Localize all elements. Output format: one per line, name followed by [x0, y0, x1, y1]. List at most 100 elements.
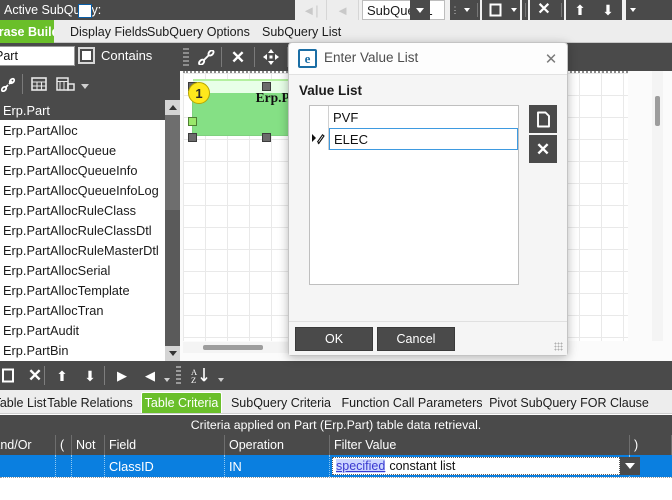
drag-grip-icon[interactable] [183, 48, 189, 66]
menu-item-display-fields[interactable]: Display Fields [70, 20, 148, 43]
menu-item-subquery-options[interactable]: SubQuery Options [147, 20, 250, 43]
move-criteria-up-button[interactable]: ⬆ [48, 365, 76, 386]
arrow-left-icon: ◀ [145, 368, 155, 383]
new-value-button[interactable] [529, 105, 557, 133]
column-header-open-paren[interactable]: ( [56, 435, 72, 455]
dialog-title-bar[interactable]: e Enter Value List ✕ [289, 43, 567, 75]
chevron-down-icon [464, 8, 470, 12]
remove-table-button[interactable]: ✕ [224, 47, 252, 67]
relation-link-button[interactable] [192, 47, 220, 67]
ok-button[interactable]: OK [295, 327, 373, 351]
scroll-down-button[interactable] [165, 346, 180, 361]
tab-function-call-parameters[interactable]: Function Call Parameters [338, 392, 486, 413]
delete-value-button[interactable]: ✕ [529, 135, 557, 163]
delete-button[interactable]: ✕ [530, 0, 558, 20]
list-item-11[interactable]: Erp.PartAudit [0, 320, 165, 340]
list-item-2[interactable]: Erp.PartAllocQueue [0, 140, 165, 160]
copy-criteria-button[interactable] [0, 365, 22, 386]
nav-next-button[interactable]: ◄ [327, 0, 359, 20]
value-list-label: Value List [299, 83, 363, 98]
not-checkbox[interactable] [78, 4, 92, 18]
value-row-1[interactable]: ELEC [310, 128, 518, 150]
toolbar-drag-grip[interactable] [176, 366, 181, 385]
copy-dropdown-caret[interactable] [460, 0, 474, 20]
cell-operation[interactable]: IN [225, 455, 330, 477]
cancel-button[interactable]: Cancel [377, 327, 455, 351]
table-list-scrollbar[interactable] [165, 100, 180, 361]
scrollbar-thumb[interactable] [165, 115, 180, 210]
contains-checkbox[interactable] [78, 47, 95, 64]
table-node-badge[interactable]: 1 [188, 82, 210, 104]
value-list-grid[interactable]: PVF ELEC [309, 105, 519, 285]
value-cell[interactable]: PVF [329, 106, 518, 128]
list-item-3[interactable]: Erp.PartAllocQueueInfo [0, 160, 165, 180]
list-item-8[interactable]: Erp.PartAllocSerial [0, 260, 165, 280]
move-options-button[interactable] [626, 0, 640, 20]
column-header-field[interactable]: Field [105, 435, 225, 455]
resize-handle-tc[interactable] [262, 82, 271, 91]
list-item-6[interactable]: Erp.PartAllocRuleClassDtl [0, 220, 165, 240]
list-item-1[interactable]: Erp.PartAlloc [0, 120, 165, 140]
menu-item-phrase-build[interactable]: Phrase Build [0, 20, 54, 43]
cell-and-or[interactable] [0, 455, 56, 477]
resize-handle-bl[interactable] [188, 133, 197, 142]
value-row-0[interactable]: PVF [310, 106, 518, 128]
copy-button[interactable] [482, 0, 508, 20]
chevron-down-icon [630, 8, 636, 12]
chevron-down-icon [511, 8, 517, 12]
move-down-button[interactable]: ⬇ [594, 0, 622, 20]
cell-open-paren[interactable] [56, 455, 72, 477]
list-item-12[interactable]: Erp.PartBin [0, 340, 165, 360]
tab-table-relations[interactable]: Table Relations [40, 392, 140, 413]
copy-options-button[interactable] [508, 0, 520, 20]
filter-value-link[interactable]: specified [336, 459, 386, 473]
toolbar-drag-grip[interactable]: ⋮ [450, 0, 460, 20]
list-item-4[interactable]: Erp.PartAllocQueueInfoLog [0, 180, 165, 200]
tab-pivot-subquery-for-clause[interactable]: Pivot SubQuery FOR Clause [485, 392, 653, 413]
nav-prev-button[interactable]: ◄| [295, 0, 327, 20]
list-item-9[interactable]: Erp.PartAllocTemplate [0, 280, 165, 300]
column-header-not[interactable]: Not [72, 435, 105, 455]
column-header-operation[interactable]: Operation [225, 435, 330, 455]
tab-table-criteria[interactable]: Table Criteria [141, 392, 222, 413]
resize-handle-ml[interactable] [188, 117, 197, 126]
sort-dropdown-button[interactable] [214, 365, 228, 386]
column-header-close-paren[interactable]: ) [630, 435, 672, 455]
sort-button[interactable]: A Z [185, 365, 215, 386]
prev-arrow-icon: ◄| [302, 2, 319, 18]
indent-right-button[interactable]: ▶ [108, 365, 136, 386]
menu-item-subquery-list[interactable]: SubQuery List [262, 20, 341, 43]
list-item-0[interactable]: Erp.Part [0, 100, 165, 120]
close-button[interactable]: ✕ [541, 49, 561, 69]
canvas-vertical-scrollbar[interactable] [652, 71, 663, 341]
move-criteria-down-button[interactable]: ⬇ [76, 365, 104, 386]
list-item-10[interactable]: Erp.PartAllocTran [0, 300, 165, 320]
column-header-and-or[interactable]: And/Or [0, 435, 56, 455]
move-up-button[interactable]: ⬆ [566, 0, 594, 20]
column-header-filter-value[interactable]: Filter Value [330, 435, 630, 455]
tab-subquery-criteria[interactable]: SubQuery Criteria [226, 392, 336, 413]
table-group-tool-button[interactable] [52, 74, 78, 94]
resize-handle-bc[interactable] [262, 133, 271, 142]
filter-value-dropdown-button[interactable] [620, 457, 640, 475]
toolbar-separator-2 [522, 0, 528, 20]
indent-dropdown-button[interactable] [160, 365, 174, 386]
tool-dropdown-button[interactable] [79, 81, 91, 91]
value-cell[interactable]: ELEC [329, 128, 518, 150]
link-tool-button[interactable] [0, 74, 20, 94]
search-input[interactable]: Part [0, 46, 75, 66]
scroll-up-button[interactable] [165, 100, 180, 115]
dialog-resize-grip[interactable] [554, 342, 563, 351]
subquery-value-field[interactable]: SubQuery1 [362, 0, 445, 20]
arrange-button[interactable] [257, 47, 285, 67]
criteria-info-bar: Criteria applied on Part (Erp.Part) tabl… [0, 415, 672, 435]
scrollbar-thumb[interactable] [655, 96, 660, 126]
cell-not[interactable] [72, 455, 105, 477]
table-tool-button[interactable] [27, 74, 51, 94]
list-item-5[interactable]: Erp.PartAllocRuleClass [0, 200, 165, 220]
list-item-7[interactable]: Erp.PartAllocRuleMasterDtl [0, 240, 165, 260]
scrollbar-thumb[interactable] [203, 345, 263, 350]
cell-field[interactable]: ClassID [105, 455, 225, 477]
subquery-dropdown-button[interactable] [410, 0, 430, 20]
filter-value-editor[interactable]: specified constant list [332, 457, 620, 475]
